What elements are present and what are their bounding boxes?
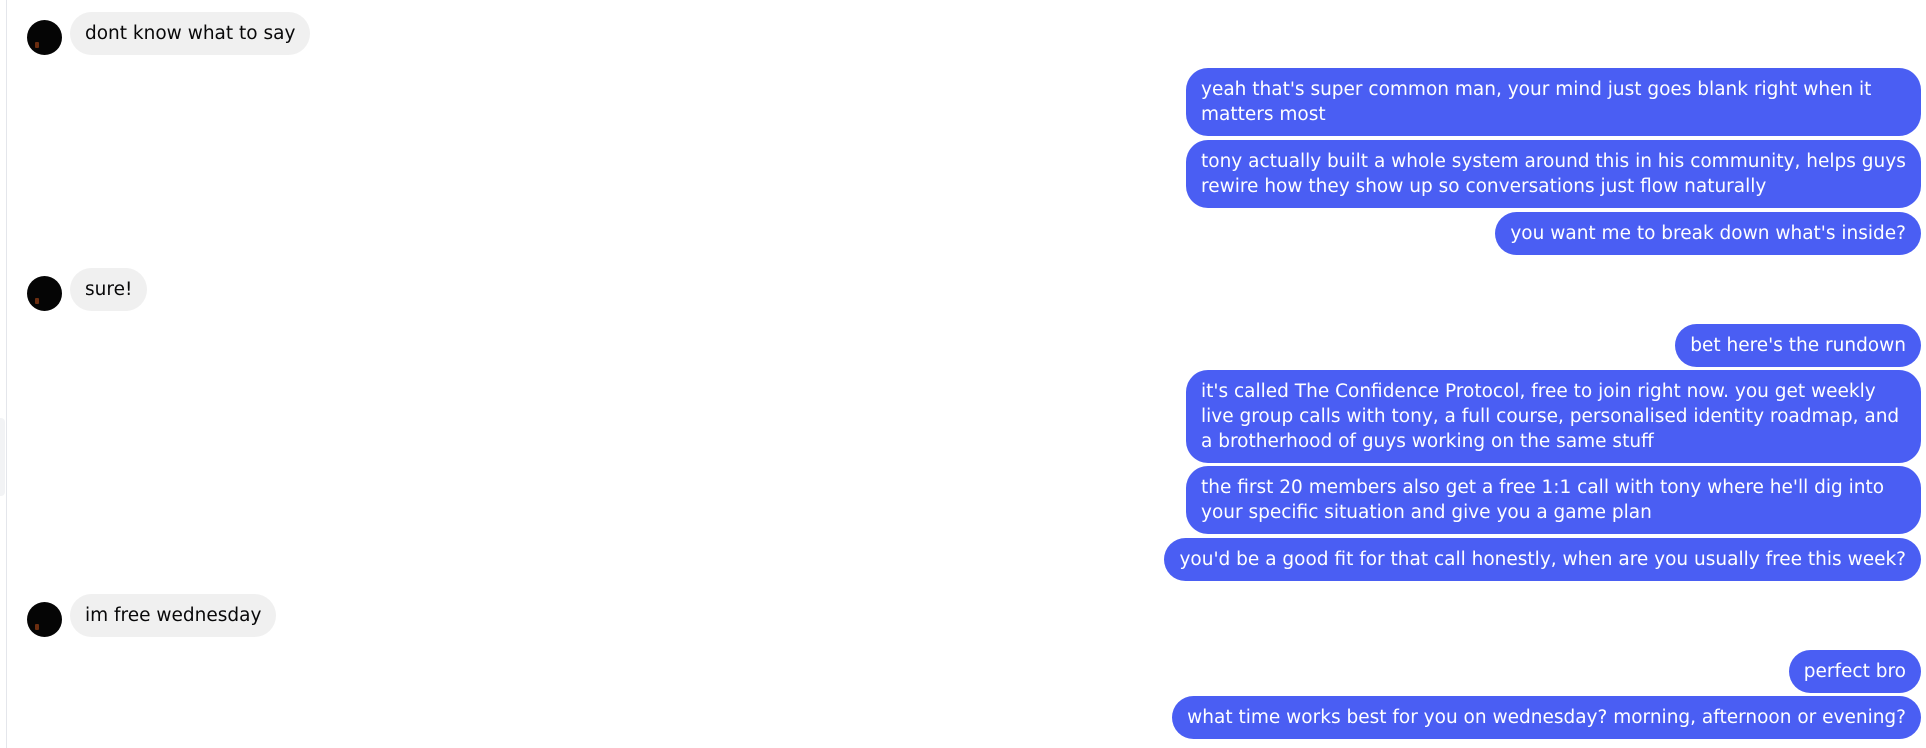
outgoing-message[interactable]: yeah that's super common man, your mind … [1186, 68, 1921, 136]
avatar-detail [35, 624, 39, 630]
outgoing-message[interactable]: you want me to break down what's inside? [1495, 212, 1921, 255]
avatar-detail [35, 42, 39, 48]
outgoing-message[interactable]: you'd be a good fit for that call honest… [1164, 538, 1921, 581]
contact-avatar[interactable] [27, 276, 62, 311]
incoming-message[interactable]: dont know what to say [70, 12, 311, 55]
outgoing-message[interactable]: what time works best for you on wednesda… [1172, 696, 1921, 739]
outgoing-message[interactable]: bet here's the rundown [1675, 324, 1921, 367]
avatar-detail [35, 298, 39, 304]
outgoing-message[interactable]: tony actually built a whole system aroun… [1186, 140, 1921, 208]
incoming-message[interactable]: im free wednesday [70, 594, 277, 637]
outgoing-message[interactable]: perfect bro [1788, 650, 1921, 693]
contact-avatar[interactable] [27, 602, 62, 637]
outgoing-message[interactable]: it's called The Confidence Protocol, fre… [1186, 370, 1921, 463]
outgoing-message[interactable]: the first 20 members also get a free 1:1… [1186, 466, 1921, 534]
message-thread: dont know what to say yeah that's super … [0, 0, 1926, 748]
incoming-message[interactable]: sure! [70, 268, 148, 311]
contact-avatar[interactable] [27, 20, 62, 55]
